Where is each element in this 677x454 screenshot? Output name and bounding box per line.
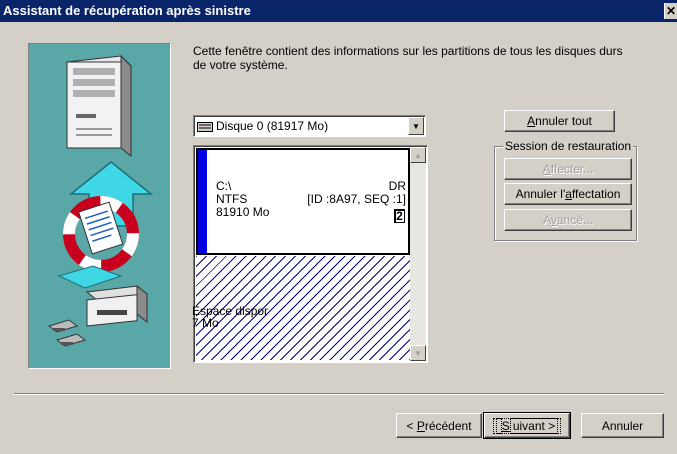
disk-select[interactable]: Disque 0 (81917 Mo) ▼ [193,115,426,137]
advanced-button[interactable]: Avancé... [504,209,632,231]
wizard-illustration [28,43,171,369]
unallocated-space[interactable]: Espace dispor 7 Mo [192,256,410,360]
close-icon[interactable]: ✕ [664,3,677,19]
partition-id-info: DR [ID :8A97, SEQ :1] [307,180,406,206]
restore-session-label: Session de restauration [503,139,634,153]
partition-list[interactable]: C:\ NTFS 81910 Mo DR [ID :8A97, SEQ :1] … [192,145,428,363]
window-title: Assistant de récupération après sinistre [3,3,251,18]
free-space-info: Espace dispor 7 Mo [192,305,268,329]
partition-scrollbar[interactable]: ▲ ▼ [410,147,426,361]
free-space-size: 7 Mo [192,316,219,330]
unassign-button[interactable]: Annuler l'affectation [504,183,632,205]
server-restore-icon [47,54,154,347]
partition-color-bar [198,150,207,253]
intro-text: Cette fenêtre contient des informations … [193,44,623,72]
partition-c[interactable]: C:\ NTFS 81910 Mo DR [ID :8A97, SEQ :1] … [196,148,410,255]
previous-button[interactable]: < Précédent [396,413,482,438]
cancel-all-button[interactable]: Annuler tout [504,110,615,132]
next-button[interactable]: Suivant > [483,412,571,439]
partition-badge: 2 [394,209,405,223]
partition-size: 81910 Mo [216,205,270,219]
title-bar: Assistant de récupération après sinistre… [0,0,677,22]
button-separator [14,393,664,395]
chevron-down-icon[interactable]: ▼ [408,117,424,135]
assign-button[interactable]: Affecter... [504,158,632,180]
scroll-up-icon[interactable]: ▲ [410,147,426,163]
hard-disk-icon [197,122,213,132]
partition-id: [ID :8A97, SEQ :1] [307,192,406,206]
cancel-button[interactable]: Annuler [581,413,664,438]
partition-info: C:\ NTFS 81910 Mo [216,180,269,219]
scroll-down-icon[interactable]: ▼ [410,345,426,361]
disk-select-value: Disque 0 (81917 Mo) [216,119,329,133]
